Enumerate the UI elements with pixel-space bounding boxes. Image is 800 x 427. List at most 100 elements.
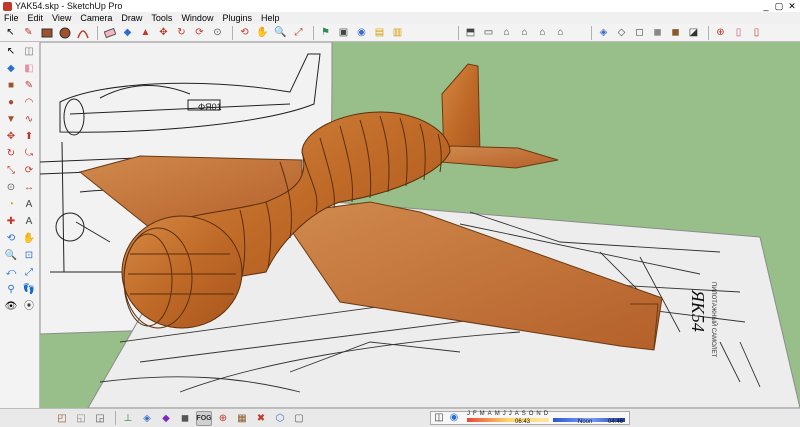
make-component-icon[interactable]: ◫ — [21, 44, 37, 59]
position-camera-icon[interactable]: ⚲ — [3, 282, 19, 297]
model-scene: ΦЯ01 ЯK54 ПИЛОТАЖНЫЙ САМОЛЕТ — [40, 42, 800, 408]
left-view-icon[interactable]: ⌂ — [553, 26, 568, 40]
section-cut-icon[interactable]: ▯ — [749, 26, 764, 40]
back-edges-icon[interactable]: ◆ — [158, 411, 174, 426]
select-arrow-icon[interactable]: ↖ — [3, 26, 18, 40]
protractor-icon[interactable]: ◔ — [3, 197, 19, 212]
section-display-icon[interactable]: ▯ — [731, 26, 746, 40]
components-icon[interactable]: ▤ — [372, 26, 387, 40]
circle-icon[interactable] — [57, 26, 72, 40]
section-plane-icon[interactable]: ⊕ — [713, 26, 728, 40]
arc-icon[interactable]: ◠ — [21, 95, 37, 110]
move-icon[interactable]: ✥ — [3, 129, 19, 144]
menu-window[interactable]: Window — [181, 13, 213, 23]
wireframe-icon[interactable]: ◇ — [614, 26, 629, 40]
select-icon[interactable]: ↖ — [3, 44, 19, 59]
tape-measure-icon[interactable]: ⊙ — [210, 26, 225, 40]
polygon-icon[interactable]: ▼ — [3, 112, 19, 127]
pencil-line-icon[interactable]: ✎ — [21, 26, 36, 40]
dimension-icon[interactable]: ↔ — [21, 180, 37, 195]
pan-icon[interactable]: ✋ — [255, 26, 270, 40]
axes-icon[interactable]: ⊥ — [120, 411, 136, 426]
section-display-icon[interactable]: ✖ — [253, 411, 269, 426]
tape-icon[interactable]: ⊙ — [3, 180, 19, 195]
zoom-window-icon[interactable]: ⊡ — [21, 248, 37, 263]
zoom-icon[interactable]: 🔍 — [3, 248, 19, 263]
help-icon[interactable]: ◲ — [92, 411, 108, 426]
geo-location-icon[interactable]: ◰ — [54, 411, 70, 426]
previous-view-icon[interactable]: ⤺ — [3, 265, 19, 280]
shaded-icon[interactable]: ◼ — [650, 26, 665, 40]
freehand-icon[interactable]: ∿ — [21, 112, 37, 127]
display-shadows-icon[interactable]: ◉ — [447, 411, 461, 424]
menu-view[interactable]: View — [52, 13, 71, 23]
zoom-extents-icon[interactable]: ⤢ — [291, 26, 306, 40]
3d-viewport[interactable]: ΦЯ01 ЯK54 ПИЛОТАЖНЫЙ САМОЛЕТ — [40, 42, 800, 408]
minimize-button[interactable]: _ — [761, 1, 771, 12]
blueprint-title-mark: ЯK54 — [688, 289, 708, 332]
front-view-icon[interactable]: ⌂ — [499, 26, 514, 40]
move-icon[interactable]: ✥ — [156, 26, 171, 40]
look-around-icon[interactable]: 👁 — [3, 299, 19, 314]
shadow-month-slider[interactable]: J F M A M J J A S O N D — [467, 411, 548, 417]
offset-icon[interactable]: ⟳ — [192, 26, 207, 40]
menu-edit[interactable]: Edit — [28, 13, 44, 23]
offset-icon[interactable]: ⟳ — [21, 163, 37, 178]
push-pull-icon[interactable]: ⬆ — [21, 129, 37, 144]
rectangle-icon[interactable] — [39, 26, 54, 40]
iso-view-icon[interactable]: ⬒ — [463, 26, 478, 40]
shadow-settings-icon[interactable]: ◫ — [432, 411, 446, 424]
shaded-texture-icon[interactable]: ◼ — [668, 26, 683, 40]
orbit-icon[interactable]: ⟲ — [3, 231, 19, 246]
top-view-icon[interactable]: ▭ — [481, 26, 496, 40]
monochrome-icon[interactable]: ◪ — [686, 26, 701, 40]
menu-tools[interactable]: Tools — [151, 13, 172, 23]
maximize-button[interactable]: ▢ — [774, 1, 784, 12]
zoom-icon[interactable]: 🔍 — [273, 26, 288, 40]
section-icon[interactable]: ⦿ — [21, 299, 37, 314]
hidden-line-icon[interactable]: ◻ — [632, 26, 647, 40]
shadows-icon[interactable]: ◼ — [177, 411, 193, 426]
components-icon[interactable]: ⬡ — [272, 411, 288, 426]
credits-icon[interactable]: ◱ — [73, 411, 89, 426]
layers-icon[interactable]: ◉ — [354, 26, 369, 40]
scale-icon[interactable]: ⤡ — [3, 163, 19, 178]
right-view-icon[interactable]: ⌂ — [517, 26, 532, 40]
xray-icon[interactable]: ◈ — [596, 26, 611, 40]
section-plane-icon[interactable]: ⊕ — [215, 411, 231, 426]
circle-icon[interactable]: ● — [3, 95, 19, 110]
add-location-icon[interactable]: ⚑ — [318, 26, 333, 40]
xray-icon[interactable]: ◈ — [139, 411, 155, 426]
share-icon[interactable]: ▥ — [390, 26, 405, 40]
menu-help[interactable]: Help — [261, 13, 280, 23]
section-cut-icon[interactable]: ▦ — [234, 411, 250, 426]
orbit-icon[interactable]: ⟲ — [237, 26, 252, 40]
fog-icon[interactable]: FOG — [196, 410, 212, 426]
push-pull-icon[interactable]: ▲ — [138, 26, 153, 40]
eraser-icon[interactable] — [102, 26, 117, 40]
title-bar: YAK54.skp - SketchUp Pro _ ▢ ✕ — [0, 0, 800, 12]
styles-icon[interactable]: ▢ — [291, 411, 307, 426]
zoom-extents-icon[interactable]: ⤢ — [21, 265, 37, 280]
paint-bucket-icon[interactable]: ◆ — [120, 26, 135, 40]
3d-warehouse-icon[interactable]: ▣ — [336, 26, 351, 40]
3d-text-icon[interactable]: A — [21, 214, 37, 229]
axes-icon[interactable]: ✚ — [3, 214, 19, 229]
paint-icon[interactable]: ◆ — [3, 61, 19, 76]
rotate-icon[interactable]: ↻ — [3, 146, 19, 161]
menu-camera[interactable]: Camera — [80, 13, 112, 23]
pan-icon[interactable]: ✋ — [21, 231, 37, 246]
text-icon[interactable]: A — [21, 197, 37, 212]
follow-me-icon[interactable]: ⤿ — [21, 146, 37, 161]
close-button[interactable]: ✕ — [787, 1, 797, 12]
back-view-icon[interactable]: ⌂ — [535, 26, 550, 40]
menu-file[interactable]: File — [4, 13, 19, 23]
walk-icon[interactable]: 👣 — [21, 282, 37, 297]
line-icon[interactable]: ✎ — [21, 78, 37, 93]
rotate-icon[interactable]: ↻ — [174, 26, 189, 40]
rectangle-icon[interactable]: ■ — [3, 78, 19, 93]
menu-draw[interactable]: Draw — [121, 13, 142, 23]
eraser-icon[interactable]: ◧ — [21, 61, 37, 76]
arc-icon[interactable] — [75, 26, 90, 40]
menu-plugins[interactable]: Plugins — [222, 13, 252, 23]
